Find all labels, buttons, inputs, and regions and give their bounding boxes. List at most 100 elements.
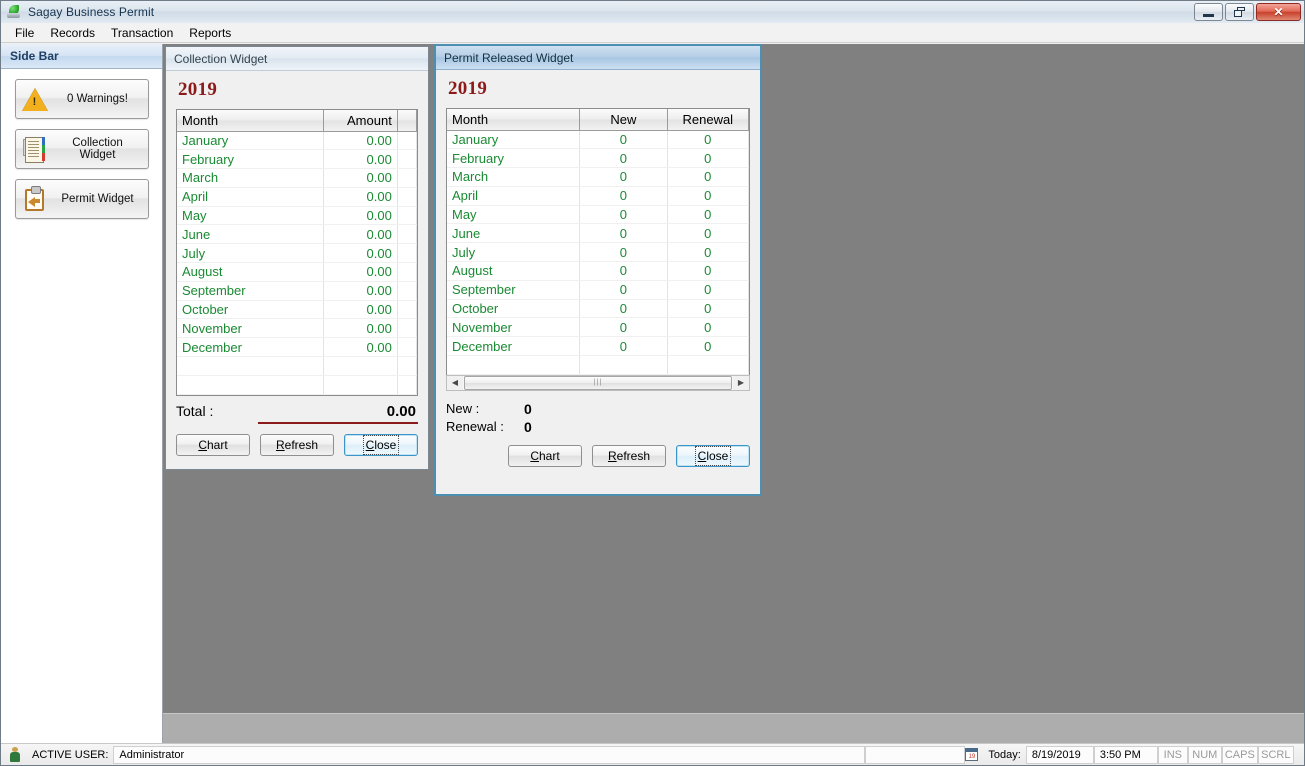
cell-new: 0 [579, 336, 668, 357]
menu-bar: File Records Transaction Reports [1, 23, 1304, 43]
cell-month: May [447, 205, 581, 225]
active-user-label: ACTIVE USER: [32, 748, 109, 761]
column-header-renewal[interactable]: Renewal [667, 109, 750, 131]
permit-new-value: 0 [524, 400, 532, 417]
permit-grid[interactable]: Month New Renewal January 0 0 February 0 0 Mar… [446, 108, 750, 376]
table-row-blank[interactable] [177, 356, 418, 376]
cell-month: March [447, 167, 581, 187]
table-row[interactable]: October 0.00 [177, 300, 418, 320]
scroll-left-icon[interactable]: ◀ [447, 375, 463, 390]
table-row[interactable]: November 0.00 [177, 318, 418, 339]
column-header-month[interactable]: Month [177, 110, 324, 132]
scroll-right-icon[interactable]: ▶ [733, 375, 749, 390]
permit-renewal-row: Renewal : 0 [446, 419, 750, 435]
table-row[interactable]: June 0.00 [177, 224, 418, 245]
cell-amount: 0.00 [323, 131, 398, 151]
table-row[interactable]: February 0.00 [177, 149, 418, 170]
cell-new: 0 [579, 186, 668, 206]
permit-widget-title-bar[interactable]: Permit Released Widget [436, 46, 760, 70]
table-row[interactable]: April 0 0 [447, 186, 750, 206]
table-row[interactable]: September 0 0 [447, 280, 750, 300]
table-row-blank[interactable] [447, 355, 750, 375]
collection-grid[interactable]: Month Amount January 0.00 February 0.00 Marc… [176, 109, 418, 396]
table-row[interactable]: June 0 0 [447, 223, 750, 244]
cell-renewal: 0 [667, 130, 750, 150]
table-row[interactable]: January 0.00 [177, 131, 418, 151]
column-header-new[interactable]: New [579, 109, 668, 131]
menu-item-reports[interactable]: Reports [181, 24, 239, 42]
menu-item-transaction[interactable]: Transaction [103, 24, 181, 42]
table-row[interactable]: July 0 0 [447, 242, 750, 263]
active-user-value: Administrator [113, 745, 866, 764]
cell-amount: 0.00 [323, 243, 398, 264]
permit-grid-hscrollbar[interactable]: ◀ ||| ▶ [446, 374, 750, 391]
scrollbar-track[interactable]: ||| [463, 375, 733, 390]
today-date: 8/19/2019 [1025, 745, 1094, 764]
table-row[interactable]: May 0 0 [447, 205, 750, 225]
permit-chart-button[interactable]: Chart [508, 444, 582, 467]
cell-renewal: 0 [667, 186, 750, 206]
calendar-icon: 19 [965, 748, 979, 761]
table-row[interactable]: April 0.00 [177, 187, 418, 207]
table-row[interactable]: March 0 0 [447, 167, 750, 187]
column-header-amount[interactable]: Amount [323, 110, 398, 132]
status-bar: ACTIVE USER: Administrator 19 Today: 8/1… [1, 743, 1304, 765]
cell-amount: 0.00 [323, 262, 398, 282]
cell-new: 0 [579, 148, 668, 169]
scrollbar-thumb[interactable]: ||| [464, 375, 732, 390]
close-button[interactable]: ✕ [1256, 3, 1301, 21]
cell-renewal: 0 [667, 223, 750, 244]
clipboard-arrow-icon [16, 186, 54, 212]
menu-item-records[interactable]: Records [42, 24, 103, 42]
table-row[interactable]: August 0.00 [177, 262, 418, 282]
cell-month: April [177, 187, 324, 207]
title-bar: Sagay Business Permit ✕ [1, 1, 1304, 24]
permit-widget-title: Permit Released Widget [444, 50, 574, 65]
column-header-filler[interactable] [397, 110, 418, 132]
menu-item-file[interactable]: File [7, 24, 42, 42]
cell-month: July [177, 243, 324, 264]
table-row[interactable]: July 0.00 [177, 243, 418, 264]
table-row[interactable]: February 0 0 [447, 148, 750, 169]
collection-chart-button[interactable]: Chart [176, 433, 250, 456]
cell-new: 0 [579, 261, 668, 281]
cell-month: October [177, 300, 324, 320]
table-row[interactable]: August 0 0 [447, 261, 750, 281]
table-row[interactable]: March 0.00 [177, 168, 418, 188]
collection-button-row: Chart Refresh Close [176, 433, 418, 456]
collection-grid-header: Month Amount [177, 110, 418, 132]
table-row[interactable]: May 0.00 [177, 206, 418, 226]
table-row[interactable]: October 0 0 [447, 299, 750, 319]
cell-amount: 0.00 [323, 300, 398, 320]
permit-close-button[interactable]: Close [676, 444, 750, 467]
application-window: Sagay Business Permit ✕ File Records Tra… [0, 0, 1305, 766]
column-header-month[interactable]: Month [447, 109, 581, 131]
mdi-client-area: Collection Widget 2019 Month Amount Janu… [163, 44, 1304, 743]
collection-widget-title-bar[interactable]: Collection Widget [166, 47, 428, 71]
collection-close-button[interactable]: Close [344, 433, 418, 456]
table-row[interactable]: January 0 0 [447, 130, 750, 150]
minimize-button[interactable] [1194, 3, 1223, 21]
sidebar-item-permit-widget[interactable]: Permit Widget [14, 179, 149, 219]
cell-renewal: 0 [667, 205, 750, 225]
table-row[interactable]: December 0.00 [177, 337, 418, 358]
ledger-icon [16, 136, 54, 163]
table-row[interactable]: December 0 0 [447, 336, 750, 357]
sidebar-item-label: Collection Widget [72, 137, 123, 161]
collection-refresh-button[interactable]: Refresh [260, 433, 334, 456]
table-row-blank[interactable] [177, 375, 418, 395]
warning-triangle-icon [16, 86, 54, 112]
cell-amount: 0.00 [323, 318, 398, 339]
indicator-scrl: SCRL [1257, 745, 1294, 764]
cell-renewal: 0 [667, 167, 750, 187]
sidebar-item-collection-widget[interactable]: Collection Widget [14, 129, 149, 169]
table-row[interactable]: November 0 0 [447, 317, 750, 338]
sidebar-item-warnings[interactable]: 0 Warnings! [14, 79, 149, 119]
restore-button[interactable] [1225, 3, 1254, 21]
permit-refresh-button[interactable]: Refresh [592, 444, 666, 467]
cell-filler [397, 168, 418, 188]
collection-widget-title: Collection Widget [174, 51, 268, 66]
cell-month: February [177, 149, 324, 170]
status-spacer-cell [865, 745, 966, 764]
table-row[interactable]: September 0.00 [177, 281, 418, 301]
